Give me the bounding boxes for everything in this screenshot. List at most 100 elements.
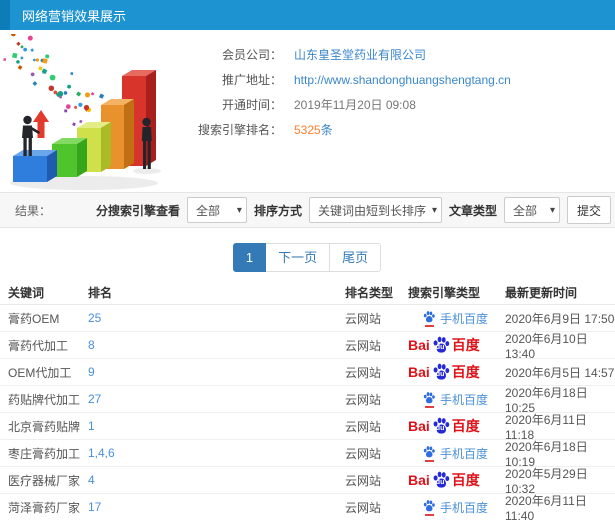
sort-label: 排序方式 [253, 203, 302, 218]
filter-controls: 分搜索引擎查看 全部 排序方式 关键词由短到长排序 文章类型 全部 提交 [96, 196, 611, 224]
company-link[interactable]: 山东皇圣堂药业有限公司 [294, 46, 426, 63]
article-type-value: 全部 [512, 203, 537, 218]
article-type-select[interactable]: 全部 [503, 197, 560, 223]
filter-bar: 结果： 分搜索引擎查看 全部 排序方式 关键词由短到长排序 文章类型 全部 提交 [0, 192, 615, 228]
engine-rank-label: 搜索引擎排名： [197, 123, 282, 137]
rank-type-cell: 云网站 [345, 473, 382, 488]
rank-link[interactable]: 1,4,6 [88, 446, 115, 460]
rank-count: 5325 [294, 123, 321, 137]
baidu-logo-bai: Bai [408, 418, 430, 434]
table-row: 医疗器械厂家 4 云网站 Bai du 百度 2020年5月29日 10:32 [0, 467, 615, 496]
baidu-paw-icon: du [431, 416, 451, 436]
rank-type-cell: 云网站 [345, 419, 382, 434]
engine-cell: 手机百度 [405, 445, 503, 462]
mobile-baidu-logo: 手机百度 [422, 310, 488, 327]
baidu-logo-du: du [435, 479, 445, 486]
updated-cell: 2020年6月5日 14:57 [505, 365, 615, 380]
info-section: 会员公司： 山东皇圣堂药业有限公司 推广地址： http://www.shand… [0, 30, 615, 192]
growth-arrow [33, 110, 49, 138]
header-engine-type: 搜索引擎类型 [408, 286, 481, 300]
engine-cell: Bai du 百度 [405, 362, 503, 382]
table-row: OEM代加工 9 云网站 Bai du 百度 2020年6月5日 14:57 [0, 359, 615, 386]
engine-filter-label: 分搜索引擎查看 [95, 203, 180, 218]
updated-cell: 2020年6月9日 17:50 [505, 311, 615, 326]
keyword-cell: 菏泽膏药厂家 [8, 500, 81, 515]
baidu-paw-icon: du [431, 470, 451, 490]
mobile-baidu-logo: 手机百度 [422, 391, 488, 408]
rank-link[interactable]: 8 [88, 338, 95, 352]
updated-cell: 2020年6月11日 11:40 [505, 493, 587, 520]
rank-type-cell: 云网站 [345, 392, 382, 407]
baidu-paw-icon [422, 445, 436, 462]
baidu-paw-icon [422, 310, 436, 327]
baidu-logo-du: du [435, 425, 445, 432]
baidu-logo-du: du [435, 371, 445, 378]
mobile-baidu-label: 手机百度 [440, 311, 489, 326]
mobile-red-bar [424, 513, 434, 516]
result-label: 结果： [15, 203, 52, 218]
baidu-logo-name: 百度 [451, 472, 480, 488]
rank-link[interactable]: 27 [88, 392, 101, 406]
engine-cell: 手机百度 [405, 499, 503, 516]
engine-filter-select[interactable]: 全部 [186, 197, 247, 223]
table-row: 药贴牌代加工 27 云网站 手机百度 2020年6月18日 10:25 [0, 386, 615, 415]
header-updated: 最新更新时间 [505, 286, 578, 300]
mobile-red-bar [424, 405, 434, 408]
engine-cell: 手机百度 [405, 310, 503, 327]
keyword-cell: OEM代加工 [8, 365, 72, 380]
open-time-label: 开通时间： [221, 98, 282, 112]
baidu-logo: Bai du 百度 [408, 416, 480, 436]
baidu-logo: Bai du 百度 [408, 470, 480, 490]
promo-url-link[interactable]: http://www.shandonghuangshengtang.cn [294, 73, 511, 87]
rank-type-cell: 云网站 [345, 311, 382, 326]
open-time-value: 2019年11月20日 09:08 [294, 98, 416, 112]
engine-filter-value: 全部 [195, 203, 220, 218]
baidu-logo-name: 百度 [451, 418, 480, 434]
keyword-cell: 北京膏药贴牌 [8, 419, 81, 434]
article-type-label: 文章类型 [448, 203, 497, 218]
baidu-paw-icon [422, 391, 436, 408]
rank-link[interactable]: 17 [88, 500, 101, 514]
engine-cell: Bai du 百度 [405, 416, 503, 436]
table-row: 菏泽膏药厂家 17 云网站 手机百度 2020年6月11日 11:40 [0, 494, 615, 520]
sort-value: 关键词由短到长排序 [317, 203, 426, 218]
baidu-logo-bai: Bai [408, 364, 430, 380]
table-body: 膏药OEM 25 云网站 手机百度 2020年6月9日 17:50 膏药代加工 … [0, 305, 615, 520]
table-header-row: 关键词 排名 排名类型 搜索引擎类型 最新更新时间 [0, 281, 615, 305]
keyword-cell: 医疗器械厂家 [8, 473, 81, 488]
page-1-button[interactable]: 1 [232, 243, 267, 272]
app-header: 网络营销效果展示 [0, 0, 615, 30]
baidu-logo-name: 百度 [451, 364, 480, 380]
rank-type-cell: 云网站 [345, 500, 382, 515]
baidu-logo-du: du [435, 344, 445, 351]
sort-select[interactable]: 关键词由短到长排序 [308, 197, 442, 223]
mobile-baidu-logo: 手机百度 [422, 445, 488, 462]
bar-blue [13, 150, 57, 182]
rank-link[interactable]: 9 [88, 365, 95, 379]
next-page-button[interactable]: 下一页 [265, 243, 331, 272]
submit-button[interactable]: 提交 [566, 196, 611, 224]
last-page-button[interactable]: 尾页 [329, 243, 382, 272]
baidu-logo: Bai du 百度 [408, 362, 480, 382]
rank-link[interactable]: 25 [88, 311, 101, 325]
baidu-paw-icon [422, 499, 436, 516]
engine-cell: Bai du 百度 [405, 335, 503, 355]
engine-rank-value: 5325条 [294, 121, 333, 138]
keyword-cell: 膏药OEM [8, 311, 60, 326]
rank-link[interactable]: 4 [88, 473, 95, 487]
bar-green [52, 138, 87, 177]
baidu-logo-bai: Bai [408, 337, 430, 353]
info-row-rank: 搜索引擎排名： 5325条 [192, 117, 511, 142]
info-row-opened: 开通时间： 2019年11月20日 09:08 [192, 92, 511, 117]
pagination: 1 下一页 尾页 [0, 243, 615, 272]
promo-url-label: 推广地址： [221, 73, 282, 87]
keyword-cell: 药贴牌代加工 [8, 392, 81, 407]
baidu-logo-name: 百度 [451, 337, 480, 353]
rank-type-cell: 云网站 [345, 446, 382, 461]
baidu-paw-icon: du [431, 362, 451, 382]
rank-link[interactable]: 1 [88, 419, 95, 433]
baidu-logo: Bai du 百度 [408, 335, 480, 355]
mobile-red-bar [424, 324, 434, 327]
keyword-cell: 枣庄膏药加工 [8, 446, 81, 461]
results-table: 关键词 排名 排名类型 搜索引擎类型 最新更新时间 膏药OEM 25 云网站 手… [0, 281, 615, 520]
